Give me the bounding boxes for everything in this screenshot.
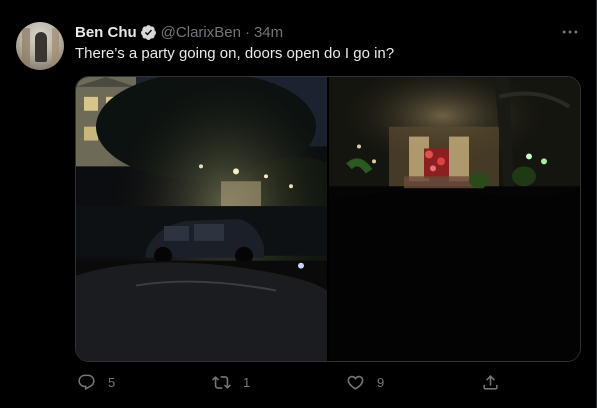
retweet-count: 1 xyxy=(243,375,251,390)
avatar-door-right xyxy=(52,28,59,66)
retweet-icon xyxy=(212,376,231,389)
tweet[interactable]: Ben Chu @ClarixBen · 34m There’s a party… xyxy=(0,0,597,408)
tweet-actions: 5 1 9 xyxy=(75,373,505,395)
author-handle[interactable]: @ClarixBen xyxy=(161,24,241,41)
more-horizontal-icon[interactable] xyxy=(560,22,580,42)
verified-badge-icon xyxy=(140,24,156,40)
like-count: 9 xyxy=(377,375,385,390)
separator-dot: · xyxy=(244,23,250,41)
avatar-figure xyxy=(35,32,47,62)
share-button[interactable] xyxy=(481,373,500,392)
tweet-media[interactable] xyxy=(75,76,581,362)
tweet-text: There’s a party going on, doors open do … xyxy=(75,45,395,62)
author-name[interactable]: Ben Chu xyxy=(75,24,137,41)
photo-lit-house-porch[interactable] xyxy=(329,77,580,361)
tweet-header: Ben Chu @ClarixBen · 34m xyxy=(75,22,283,42)
reply-count: 5 xyxy=(108,375,116,390)
retweet-button[interactable]: 1 xyxy=(212,373,250,392)
avatar-door-left xyxy=(22,28,30,66)
like-button[interactable]: 9 xyxy=(346,373,384,392)
photo-night-street-cars[interactable] xyxy=(76,77,327,361)
timestamp[interactable]: 34m xyxy=(254,24,283,41)
reply-icon xyxy=(78,374,95,391)
like-icon xyxy=(347,375,364,390)
avatar[interactable] xyxy=(16,22,64,70)
share-icon xyxy=(483,375,498,390)
reply-button[interactable]: 5 xyxy=(77,373,115,392)
